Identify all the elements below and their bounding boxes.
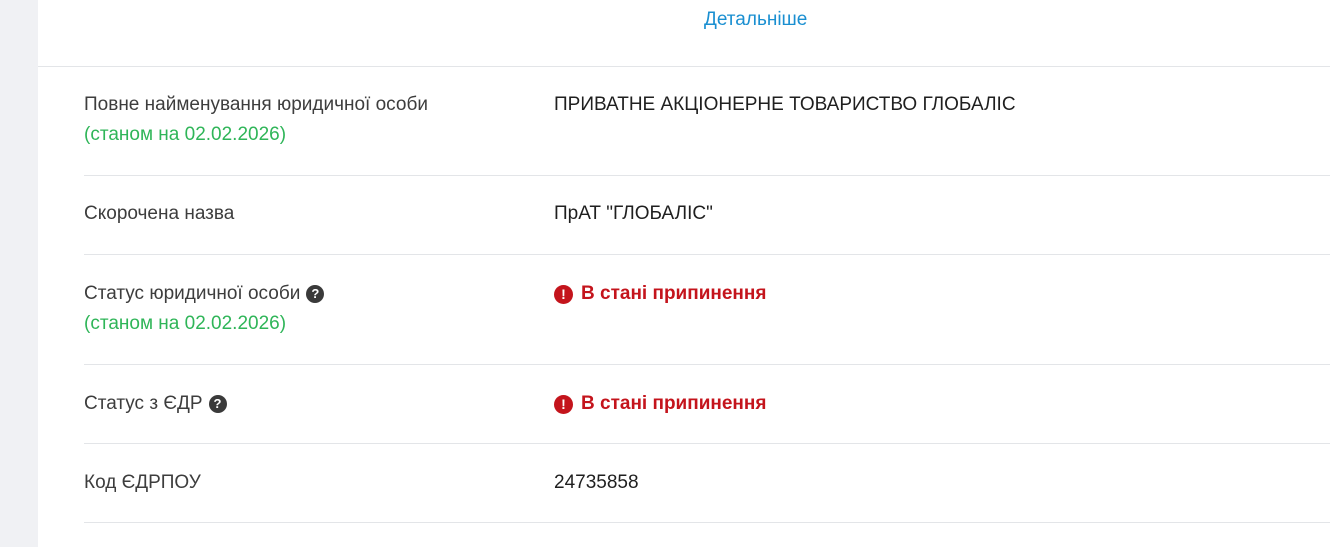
full-name-value: ПРИВАТНЕ АКЦІОНЕРНЕ ТОВАРИСТВО ГЛОБАЛІС	[554, 94, 1016, 115]
date-note: (станом на 02.02.2026)	[84, 313, 287, 334]
edrpou-value: 24735858	[554, 472, 639, 493]
row-label: Статус юридичної особи? (станом на 02.02…	[84, 279, 325, 339]
row-label: Статус з ЄДР?	[84, 389, 227, 419]
short-name-label: Скорочена назва	[84, 203, 235, 224]
info-row-edrpou: Код ЄДРПОУ 24735858	[84, 444, 1330, 523]
registry-status-label: Статус з ЄДР	[84, 393, 203, 414]
details-link[interactable]: Детальніше	[704, 9, 807, 31]
details-bar: Детальніше	[38, 0, 1330, 67]
full-name-label: Повне найменування юридичної особи	[84, 94, 428, 115]
exclamation-circle-icon: !	[554, 394, 573, 414]
question-circle-icon[interactable]: ?	[306, 285, 325, 303]
sidebar-strip	[0, 0, 38, 547]
info-row-registry-status: Статус з ЄДР? ! В стані припинення	[84, 365, 1330, 444]
entity-status-value: ! В стані припинення	[554, 279, 766, 309]
date-note: (станом на 02.02.2026)	[84, 124, 287, 145]
short-name-value: ПрАТ "ГЛОБАЛІС"	[554, 203, 713, 224]
company-info-card: Детальніше Повне найменування юридичної …	[38, 0, 1330, 547]
info-row-short-name: Скорочена назва ПрАТ "ГЛОБАЛІС"	[84, 176, 1330, 255]
info-row-full-name: Повне найменування юридичної особи (стан…	[84, 66, 1330, 176]
info-row-entity-status: Статус юридичної особи? (станом на 02.02…	[84, 255, 1330, 365]
entity-status-label: Статус юридичної особи	[84, 283, 301, 304]
registry-status-value: ! В стані припинення	[554, 389, 766, 419]
entity-status-text: В стані припинення	[581, 283, 767, 304]
edrpou-label: Код ЄДРПОУ	[84, 472, 201, 493]
exclamation-circle-icon: !	[554, 284, 573, 304]
row-label: Повне найменування юридичної особи (стан…	[84, 90, 428, 150]
question-circle-icon[interactable]: ?	[208, 395, 227, 413]
registry-status-text: В стані припинення	[581, 393, 767, 414]
